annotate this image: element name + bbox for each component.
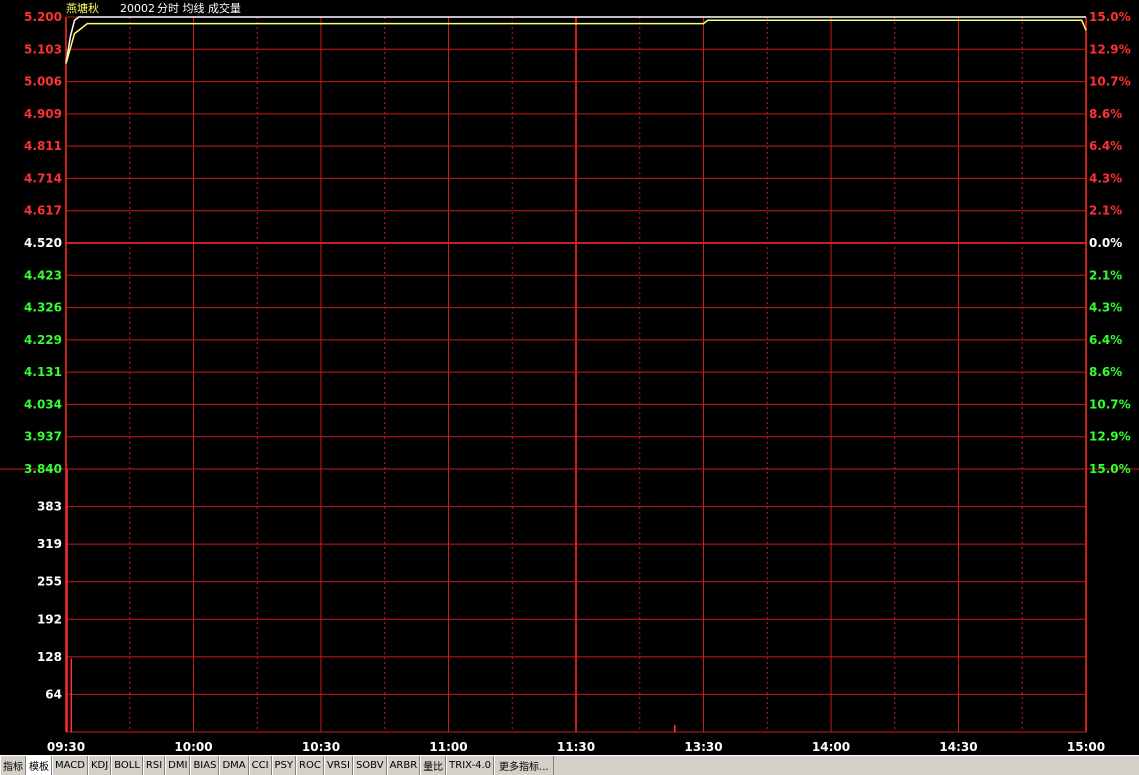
indicator-button[interactable]: VRSI — [323, 756, 353, 775]
chart-legend: 分时 均线 成交量 — [157, 1, 241, 15]
price-tick-label: 4.714 — [24, 171, 62, 185]
time-tick-label: 09:30 — [47, 740, 85, 754]
percent-tick-label: 2.1% — [1089, 204, 1122, 218]
indicator-button[interactable]: BOLL — [111, 756, 143, 775]
time-tick-label: 14:00 — [812, 740, 850, 754]
price-tick-label: 4.034 — [24, 397, 62, 411]
percent-tick-label: 12.9% — [1089, 430, 1131, 444]
price-tick-label: 4.326 — [24, 301, 62, 315]
volume-tick-label: 319 — [37, 537, 62, 551]
price-tick-label: 4.131 — [24, 365, 62, 379]
time-tick-label: 15:00 — [1067, 740, 1105, 754]
percent-tick-label: 12.9% — [1089, 42, 1131, 56]
volume-tick-label: 128 — [37, 650, 62, 664]
indicator-button[interactable]: MACD — [52, 756, 88, 775]
intraday-chart-svg: 5.200 5.103 5.006 4.909 4.811 4.714 4.617 4.520… — [0, 1, 1139, 754]
time-tick-label: 11:00 — [429, 740, 467, 754]
price-tick-label: 4.423 — [24, 268, 62, 282]
indicator-button[interactable]: CCI — [248, 756, 272, 775]
indicator-button[interactable]: 模板 — [26, 756, 52, 775]
price-tick-label: 4.811 — [24, 139, 62, 153]
percent-tick-label: 4.3% — [1089, 171, 1122, 185]
indicator-button[interactable]: DMI — [165, 756, 191, 775]
indicator-button[interactable]: 指标 — [0, 756, 26, 775]
volume-tick-label: 192 — [37, 612, 62, 626]
price-tick-label: 5.200 — [24, 10, 62, 24]
percent-tick-label: 10.7% — [1089, 75, 1131, 89]
percent-tick-label: 0.0% — [1089, 236, 1122, 250]
stock-code: 20002 — [120, 2, 155, 15]
price-tick-label: 4.617 — [24, 204, 62, 218]
indicator-button[interactable]: SOBV — [352, 756, 387, 775]
percent-tick-label: 2.1% — [1089, 268, 1122, 282]
indicator-button[interactable]: TRIX-4.0 — [446, 756, 495, 775]
indicator-toolbar: 指标 模板 MACD KDJ BOLL RSI DMI BIAS DMA CCI PSY ROC VRS… — [0, 755, 1139, 775]
volume-tick-label: 255 — [37, 575, 62, 589]
time-tick-label: 11:30 — [557, 740, 595, 754]
percent-tick-label: 15.0% — [1089, 10, 1131, 24]
percent-tick-label: 15.0% — [1089, 462, 1131, 476]
price-tick-label: 5.103 — [24, 42, 62, 56]
time-tick-label: 13:30 — [684, 740, 722, 754]
price-tick-label: 5.006 — [24, 75, 62, 89]
indicator-button[interactable]: ARBR — [386, 756, 421, 775]
time-tick-label: 14:30 — [939, 740, 977, 754]
price-tick-label: 4.909 — [24, 107, 62, 121]
indicator-button[interactable]: 更多指标... — [494, 756, 554, 775]
time-tick-label: 10:30 — [302, 740, 340, 754]
indicator-button[interactable]: 量比 — [420, 756, 447, 775]
indicator-button[interactable]: RSI — [142, 756, 166, 775]
indicator-button[interactable]: BIAS — [190, 756, 220, 775]
volume-tick-label: 383 — [37, 500, 62, 514]
percent-tick-label: 6.4% — [1089, 333, 1122, 347]
volume-tick-label: 64 — [45, 687, 62, 701]
price-tick-label: 4.229 — [24, 333, 62, 347]
price-tick-label: 3.840 — [24, 462, 62, 476]
time-tick-label: 10:00 — [174, 740, 212, 754]
price-tick-label: 4.520 — [24, 236, 62, 250]
indicator-button[interactable]: ROC — [296, 756, 324, 775]
indicator-button[interactable]: PSY — [271, 756, 297, 775]
percent-tick-label: 4.3% — [1089, 301, 1122, 315]
indicator-button[interactable]: KDJ — [87, 756, 112, 775]
chart-area[interactable]: 5.200 5.103 5.006 4.909 4.811 4.714 4.617 4.520… — [0, 0, 1139, 755]
stock-name: 燕塘秋 — [66, 1, 99, 15]
price-tick-label: 3.937 — [24, 430, 62, 444]
percent-tick-label: 6.4% — [1089, 139, 1122, 153]
percent-tick-label: 10.7% — [1089, 397, 1131, 411]
indicator-button[interactable]: DMA — [219, 756, 249, 775]
percent-tick-label: 8.6% — [1089, 365, 1122, 379]
percent-tick-label: 8.6% — [1089, 107, 1122, 121]
